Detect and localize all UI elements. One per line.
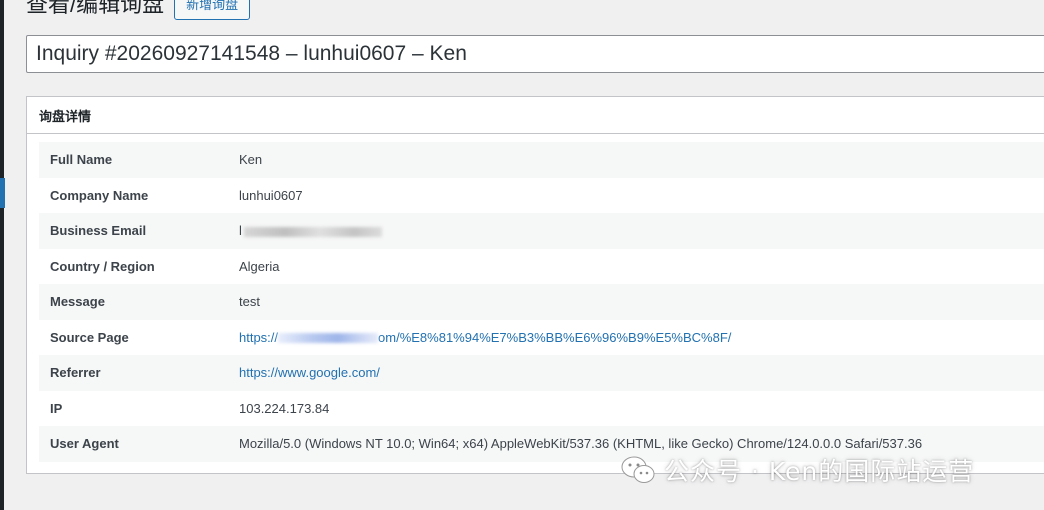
field-value: 103.224.173.84 (239, 400, 330, 416)
row-source-page: Source Page https:// om/%E8%81%94%E7%B3%B… (39, 320, 1044, 356)
row-referrer: Referrer https://www.google.com/ (39, 355, 1044, 391)
wechat-icon (621, 456, 655, 483)
field-value: test (239, 294, 260, 310)
field-label: Business Email (50, 223, 147, 239)
field-value: Algeria (239, 258, 280, 274)
row-message: Message test (39, 284, 1044, 320)
post-title-input[interactable]: Inquiry #20260927141548 – lunhui0607 – K… (26, 35, 1044, 73)
field-value: Ken (239, 152, 263, 168)
field-label: Source Page (50, 329, 129, 345)
row-full-name: Full Name Ken (39, 142, 1044, 178)
page-header: 查看/编辑询盘 新增询盘 (26, 0, 251, 22)
redacted-email-blur (243, 226, 382, 237)
field-label: Message (50, 294, 105, 310)
field-value: Mozilla/5.0 (Windows NT 10.0; Win64; x64… (239, 436, 923, 452)
watermark: 公众号 · Ken的国际站运营 (620, 452, 974, 488)
field-label: User Agent (50, 436, 119, 452)
box-title: 询盘详情 (39, 108, 92, 124)
url-suffix: om/%E8%81%94%E7%B3%BB%E6%96%B9%E5%BC%8F/ (378, 329, 732, 345)
field-label: Country / Region (50, 258, 155, 274)
field-value: l (239, 223, 382, 238)
watermark-text: 公众号 · Ken的国际站运营 (664, 457, 975, 486)
url-prefix: https:// (239, 329, 279, 345)
row-business-email: Business Email l (39, 213, 1044, 249)
active-menu-indicator (0, 178, 5, 208)
inquiry-details-box: 询盘详情 Full Name Ken Company Name lunhui06… (26, 96, 1044, 474)
field-label: IP (50, 400, 63, 416)
field-label: Referrer (50, 365, 101, 381)
field-label: Company Name (50, 187, 149, 203)
row-ip: IP 103.224.173.84 (39, 391, 1044, 427)
page-title: 查看/编辑询盘 (26, 0, 165, 17)
box-header: 询盘详情 (27, 97, 1044, 134)
admin-menu-edge (0, 0, 5, 510)
source-page-link[interactable]: https:// om/%E8%81%94%E7%B3%BB%E6%96%B9%E… (239, 330, 731, 345)
field-value: lunhui0607 (239, 187, 303, 203)
row-country-region: Country / Region Algeria (39, 249, 1044, 285)
referrer-link[interactable]: https://www.google.com/ (239, 365, 380, 380)
row-company-name: Company Name lunhui0607 (39, 178, 1044, 214)
redacted-url-blur (278, 333, 379, 344)
add-inquiry-button[interactable]: 新增询盘 (174, 0, 251, 20)
email-visible-part: l (239, 223, 242, 239)
details-table: Full Name Ken Company Name lunhui0607 Bu… (39, 142, 1044, 462)
field-label: Full Name (50, 152, 113, 168)
